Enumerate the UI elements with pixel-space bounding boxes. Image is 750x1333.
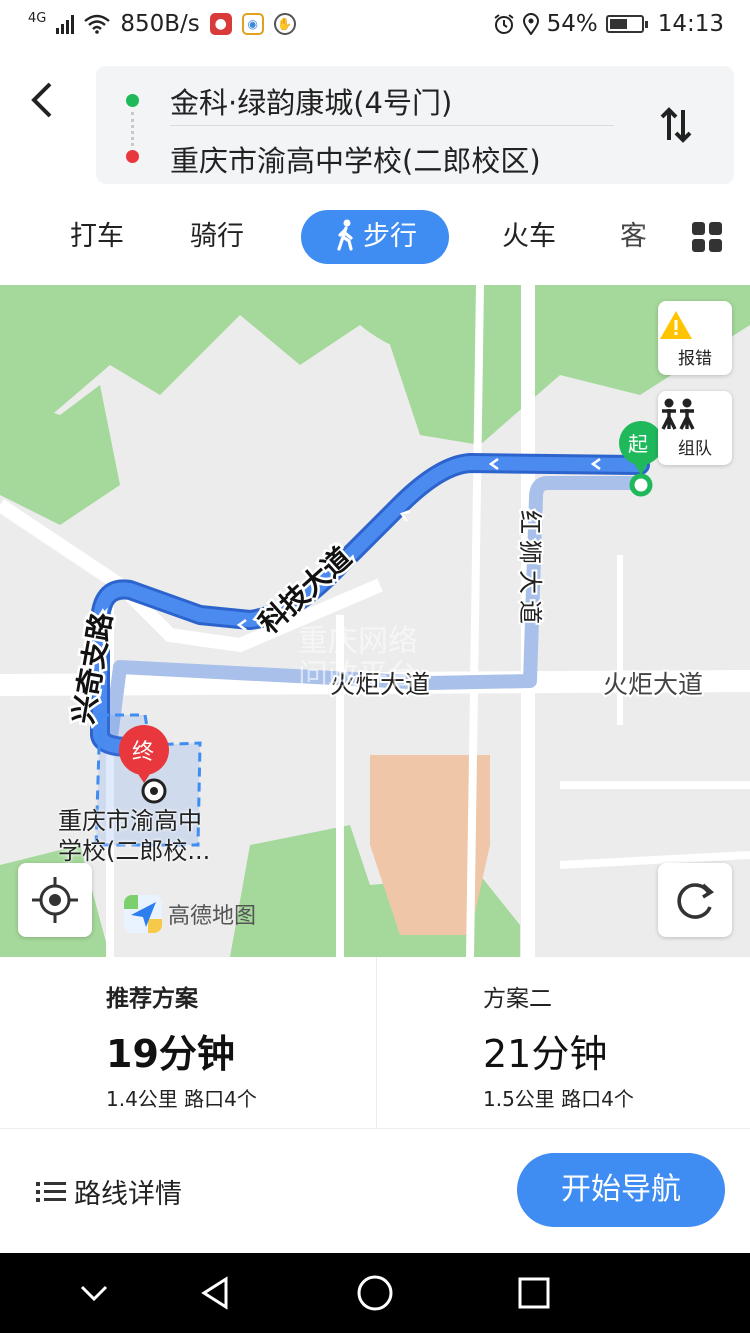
browser-app-icon: ◉ xyxy=(241,13,264,35)
start-navigation-button[interactable]: 开始导航 xyxy=(517,1153,725,1227)
plan-card-alternative[interactable]: 方案二 21分钟 1.5公里 路口4个 xyxy=(376,957,750,1129)
plan-title: 方案二 xyxy=(483,986,552,1012)
tab-taxi[interactable]: 打车 xyxy=(70,210,124,264)
plan-title: 推荐方案 xyxy=(106,986,198,1012)
chevron-down-icon[interactable] xyxy=(74,1273,114,1313)
tab-bike[interactable]: 骑行 xyxy=(190,210,244,264)
destination-field[interactable]: 重庆市渝高中学校(二郎校区) xyxy=(170,138,541,180)
walking-person-icon xyxy=(337,219,353,251)
more-modes-grid-icon[interactable] xyxy=(692,222,722,252)
back-triangle-icon[interactable] xyxy=(196,1273,236,1313)
plan-card-recommended[interactable]: 推荐方案 19分钟 1.4公里 路口4个 xyxy=(0,957,375,1129)
amap-logo-text: 高德地图 xyxy=(168,904,257,929)
wifi-icon xyxy=(84,14,111,34)
amap-logo-icon xyxy=(124,895,162,933)
destination-poi-label[interactable]: 重庆市渝高中 学校(二郎校... xyxy=(58,806,210,866)
report-error-button[interactable]: 报错 xyxy=(658,301,732,375)
start-point-icon xyxy=(629,473,653,497)
shield-app-icon: ✋ xyxy=(273,13,296,35)
watermark-line1: 重庆网络 xyxy=(298,624,418,659)
plan-duration: 21分钟 xyxy=(483,1032,608,1076)
plan-duration: 19分钟 xyxy=(106,1032,235,1076)
tab-walk-label: 步行 xyxy=(363,221,417,252)
route-input-panel: 金科·绿韵康城(4号门) 重庆市渝高中学校(二郎校区) xyxy=(96,66,734,184)
route-connector xyxy=(131,112,134,146)
route-details-label: 路线详情 xyxy=(74,1179,182,1210)
signal-icon xyxy=(56,14,75,34)
team-people-icon xyxy=(661,398,695,430)
chevron-left-icon xyxy=(31,82,52,118)
clock: 14:13 xyxy=(657,11,724,37)
road-label-huoju-east: 火炬大道 xyxy=(603,670,703,699)
plan-distance: 1.5公里 路口4个 xyxy=(483,1087,634,1111)
route-divider xyxy=(170,125,614,126)
tab-train[interactable]: 火车 xyxy=(502,210,556,264)
report-error-label: 报错 xyxy=(678,349,712,369)
swap-arrows-icon xyxy=(660,107,692,143)
watermark-line2: 问政平台 xyxy=(298,658,418,693)
start-marker-label: 起 xyxy=(628,432,648,456)
team-label: 组队 xyxy=(678,439,712,459)
tab-fade xyxy=(640,214,680,264)
battery-percent: 54% xyxy=(546,11,598,37)
warning-icon xyxy=(660,311,692,339)
origin-field[interactable]: 金科·绿韵康城(4号门) xyxy=(170,80,452,122)
refresh-icon xyxy=(677,883,715,919)
locate-crosshair-icon xyxy=(32,877,78,923)
network-speed: 850B/s xyxy=(120,11,200,37)
team-button[interactable]: 组队 xyxy=(658,391,732,465)
poi-label-line2: 学校(二郎校... xyxy=(58,837,211,865)
road-label-hongshi: 红狮大道 xyxy=(516,510,544,630)
locate-me-button[interactable] xyxy=(18,863,92,937)
route-plans: 推荐方案 19分钟 1.4公里 路口4个 方案二 21分钟 1.5公里 路口4个 xyxy=(0,957,750,1129)
end-marker-label: 终 xyxy=(132,740,154,765)
travel-mode-tabs: 打车 骑行 步行 火车 客 xyxy=(0,210,750,266)
section-divider xyxy=(0,1128,750,1129)
amap-logo: 高德地图 xyxy=(124,895,256,933)
route-details-button[interactable]: 路线详情 xyxy=(36,1172,182,1211)
watermark: 重庆网络 问政平台 xyxy=(298,625,418,693)
recorder-app-icon: ● xyxy=(209,13,232,35)
alarm-icon xyxy=(493,14,514,34)
plan-distance: 1.4公里 路口4个 xyxy=(106,1087,257,1111)
destination-dot-icon xyxy=(126,150,139,163)
refresh-button[interactable] xyxy=(658,863,732,937)
poi-label-line1: 重庆市渝高中 xyxy=(58,807,202,835)
battery-icon xyxy=(605,15,648,33)
back-button[interactable] xyxy=(28,80,68,120)
location-icon xyxy=(522,13,539,35)
origin-dot-icon xyxy=(126,94,139,107)
tab-walk[interactable]: 步行 xyxy=(301,210,449,264)
recent-apps-square-icon[interactable] xyxy=(514,1273,554,1313)
list-icon xyxy=(36,1181,66,1203)
status-bar: 4G 850B/s ● ◉ ✋ 54% 14:13 xyxy=(0,0,750,52)
swap-route-button[interactable] xyxy=(658,106,694,153)
network-type: 4G xyxy=(28,10,47,26)
map-view[interactable]: 科技大道 兴奇支路 红狮大道 火炬大道 火炬大道 起 终 重庆网络 问政平台 报… xyxy=(0,285,750,957)
system-navigation-bar xyxy=(0,1253,750,1333)
home-circle-icon[interactable] xyxy=(355,1273,395,1313)
